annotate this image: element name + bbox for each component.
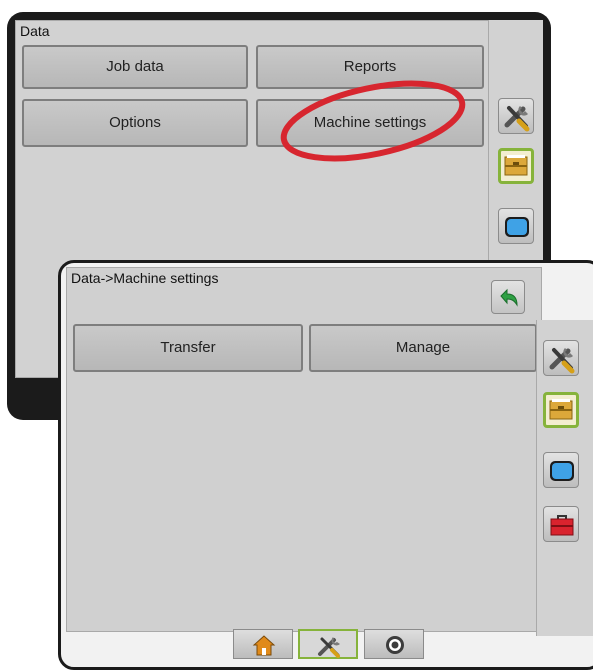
console-icon[interactable] [498, 208, 534, 244]
reports-button[interactable]: Reports [256, 45, 484, 89]
data-folder-icon[interactable] [543, 392, 579, 428]
home-icon [252, 635, 276, 656]
toolbox-icon[interactable] [543, 506, 579, 542]
tab-tools[interactable] [298, 629, 358, 659]
manage-label: Manage [395, 339, 451, 356]
console-icon[interactable] [543, 452, 579, 488]
tab-home[interactable] [233, 629, 293, 659]
guidance-icon [386, 636, 404, 654]
front-sidebar [536, 320, 593, 636]
manage-button[interactable]: Manage [309, 324, 537, 372]
options-button[interactable]: Options [22, 99, 248, 147]
page-title: Data->Machine settings [71, 270, 219, 286]
machine-settings-button[interactable]: Machine settings [256, 99, 484, 147]
page-title: Data [20, 23, 50, 39]
machine-settings-panel: Data->Machine settings Transfer Manage [66, 267, 542, 632]
machine-settings-label: Machine settings [313, 114, 427, 131]
tab-guidance[interactable] [364, 629, 424, 659]
tools-icon[interactable] [543, 340, 579, 376]
back-arrow-icon[interactable] [491, 280, 525, 314]
tools-icon[interactable] [498, 98, 534, 134]
transfer-label: Transfer [160, 339, 216, 356]
job-data-button[interactable]: Job data [22, 45, 248, 89]
reports-label: Reports [343, 58, 397, 75]
data-folder-icon[interactable] [498, 148, 534, 184]
transfer-button[interactable]: Transfer [73, 324, 303, 372]
job-data-label: Job data [106, 58, 164, 75]
options-label: Options [109, 114, 161, 131]
tools-icon [318, 637, 340, 658]
